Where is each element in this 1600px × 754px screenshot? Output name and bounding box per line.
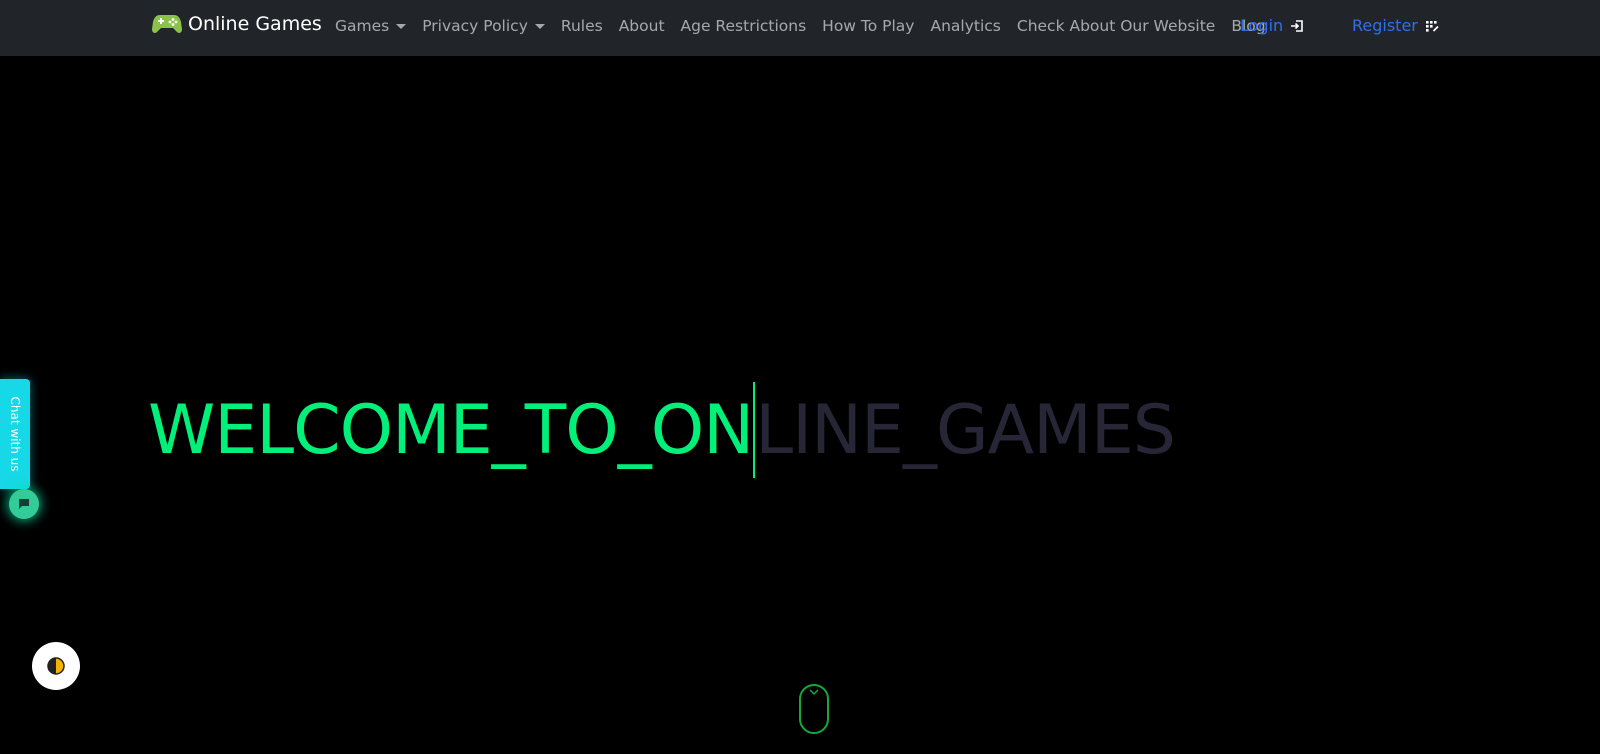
nav-item-about[interactable]: About	[611, 17, 673, 35]
chat-with-us-tab[interactable]: Chat with us	[0, 379, 30, 489]
nav-item-label: Age Restrictions	[680, 17, 807, 35]
theme-toggle-button[interactable]	[32, 642, 80, 690]
nav-item-label: Check About Our Website	[1016, 17, 1216, 35]
nav-item-rules[interactable]: Rules	[553, 17, 611, 35]
nav-item-analytics[interactable]: Analytics	[922, 17, 1008, 35]
nav-item-label: How To Play	[822, 17, 915, 35]
chat-button[interactable]	[9, 489, 39, 519]
hero-typewriter-text: WELCOME_TO_ON LINE_GAMES	[148, 382, 1176, 478]
top-navbar: Online Games Games Privacy Policy Rules …	[0, 0, 1600, 56]
nav-item-label: About	[618, 17, 665, 35]
nav-links: Games Privacy Policy Rules About Age Res…	[327, 0, 1274, 52]
half-moon-icon	[47, 657, 65, 675]
hero-typed-text: WELCOME_TO_ON	[148, 390, 754, 470]
nav-item-label: Rules	[560, 17, 603, 35]
brand-link[interactable]: Online Games	[152, 13, 322, 35]
nav-item-how-to-play[interactable]: How To Play	[814, 17, 922, 35]
nav-item-label: Privacy Policy	[422, 17, 528, 35]
caret-down-icon	[534, 23, 545, 29]
chat-tab-label: Chat with us	[8, 396, 22, 472]
register-icon	[1425, 20, 1439, 32]
chevron-down-icon	[809, 689, 819, 696]
login-label: Login	[1240, 16, 1284, 35]
login-link[interactable]: Login	[1240, 16, 1305, 35]
caret-down-icon	[396, 23, 407, 29]
register-label: Register	[1352, 16, 1418, 35]
nav-item-label: Analytics	[930, 17, 1001, 35]
register-link[interactable]: Register	[1352, 16, 1440, 35]
gamepad-icon	[152, 15, 182, 33]
login-icon	[1291, 19, 1303, 32]
chat-bubble-icon	[19, 499, 29, 509]
nav-item-privacy-policy[interactable]: Privacy Policy	[414, 17, 553, 35]
brand-name: Online Games	[188, 13, 322, 35]
nav-item-label: Games	[335, 17, 390, 35]
nav-item-age-restrictions[interactable]: Age Restrictions	[673, 17, 815, 35]
nav-item-games[interactable]: Games	[327, 17, 414, 35]
nav-item-check-about-website[interactable]: Check About Our Website	[1009, 17, 1223, 35]
scroll-down-indicator[interactable]	[799, 684, 829, 734]
hero-remaining-text: LINE_GAMES	[755, 390, 1176, 470]
